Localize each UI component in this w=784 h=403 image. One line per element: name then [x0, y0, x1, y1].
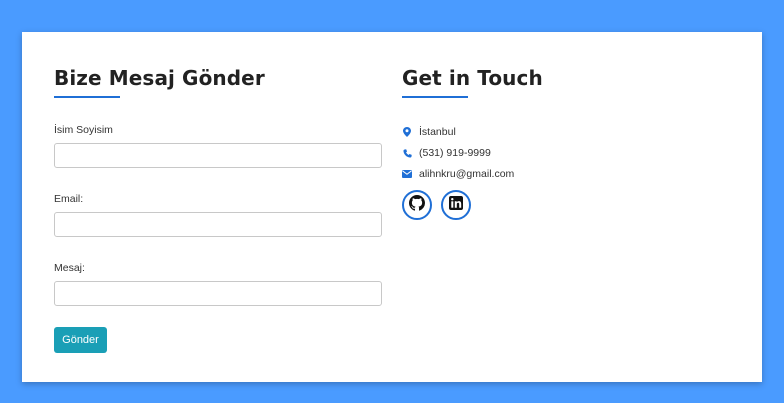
github-link[interactable] — [402, 190, 432, 220]
name-label: İsim Soyisim — [54, 124, 113, 136]
map-marker-icon — [402, 127, 412, 137]
location-item: İstanbul — [402, 125, 722, 139]
linkedin-link[interactable] — [441, 190, 471, 220]
message-label: Mesaj: — [54, 262, 85, 274]
location-text: İstanbul — [419, 126, 456, 138]
contact-card: Bize Mesaj Gönder İsim Soyisim Email: Me… — [22, 32, 762, 382]
phone-text: (531) 919-9999 — [419, 147, 491, 159]
name-input[interactable] — [54, 143, 382, 168]
github-icon — [409, 194, 425, 216]
email-label: Email: — [54, 193, 84, 205]
phone-item: (531) 919-9999 — [402, 146, 722, 160]
message-input[interactable] — [54, 281, 382, 306]
form-title-underline — [54, 96, 120, 98]
message-form: Bize Mesaj Gönder İsim Soyisim Email: Me… — [54, 66, 382, 353]
form-title: Bize Mesaj Gönder — [54, 66, 265, 90]
email-item: alihnkru@gmail.com — [402, 167, 722, 181]
envelope-icon — [402, 169, 412, 179]
phone-icon — [402, 148, 412, 158]
email-text: alihnkru@gmail.com — [419, 168, 515, 180]
contact-list: İstanbul (531) 919-9999 alihnkru@gmail.c… — [402, 125, 722, 181]
contact-info: Get in Touch İstanbul (531) 919-9999 ali… — [402, 66, 722, 220]
email-input[interactable] — [54, 212, 382, 237]
submit-button[interactable]: Gönder — [54, 327, 107, 353]
linkedin-icon — [449, 195, 463, 215]
contact-title: Get in Touch — [402, 66, 543, 90]
contact-title-underline — [402, 96, 468, 98]
social-links — [402, 190, 722, 220]
